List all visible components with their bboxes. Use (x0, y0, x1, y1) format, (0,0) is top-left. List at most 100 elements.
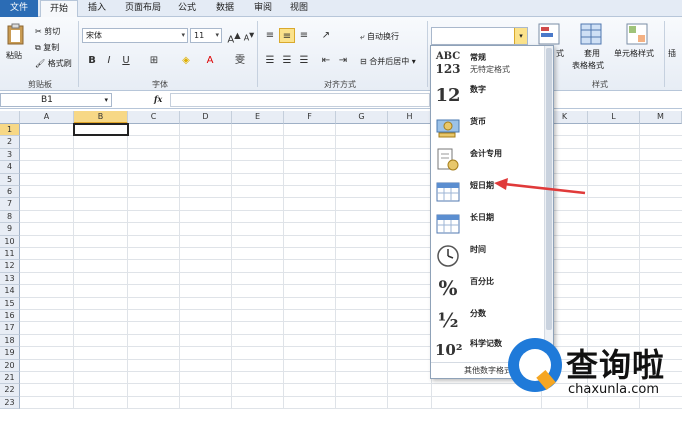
conditional-format-icon[interactable] (538, 23, 560, 45)
border-icon[interactable]: ⊞ (146, 53, 162, 68)
separator (78, 21, 79, 87)
menu-item-label: 会计专用 (470, 149, 502, 158)
row-header[interactable]: 17 (0, 322, 20, 335)
menu-item-accounting[interactable]: 会计专用 (431, 144, 545, 175)
underline-icon[interactable]: U (118, 53, 134, 68)
gridline (20, 160, 682, 162)
clock-icon (437, 245, 459, 267)
active-cell[interactable] (73, 123, 129, 136)
fill-color-icon[interactable]: ◈ (178, 53, 194, 68)
tab-page-layout[interactable]: 页面布局 (118, 0, 168, 17)
menu-item-fraction[interactable]: ½ 分数 (431, 304, 545, 335)
general-format-icon: ABC 123 (435, 51, 461, 76)
paste-button[interactable]: 粘贴 (4, 21, 28, 73)
column-header[interactable]: D (180, 111, 232, 124)
column-header[interactable]: F (284, 111, 336, 124)
gridline (20, 222, 682, 224)
tab-file[interactable]: 文件 (0, 0, 38, 17)
tab-insert[interactable]: 插入 (80, 0, 114, 17)
tab-review[interactable]: 审阅 (246, 0, 280, 17)
row-header[interactable]: 18 (0, 334, 20, 348)
row-header[interactable]: 1 (0, 124, 20, 137)
row-header[interactable]: 9 (0, 223, 20, 236)
format-table-icon[interactable] (580, 23, 602, 45)
tab-view[interactable]: 视图 (282, 0, 316, 17)
menu-item-time[interactable]: 时间 (431, 240, 545, 271)
align-bottom-icon[interactable]: ≡ (296, 28, 312, 43)
font-name-select[interactable]: 宋体 ▾ (82, 28, 188, 43)
copy-button[interactable]: ⧉ 复制 (35, 42, 59, 53)
column-header[interactable]: A (20, 111, 74, 124)
row-header[interactable]: 16 (0, 310, 20, 323)
row-header[interactable]: 22 (0, 384, 20, 397)
column-header[interactable]: L (588, 111, 640, 124)
font-color-icon[interactable]: A (202, 53, 218, 68)
font-group-label: 字体 (152, 80, 168, 89)
row-header[interactable]: 19 (0, 347, 20, 360)
row-header[interactable]: 2 (0, 136, 20, 149)
gridline (20, 271, 682, 273)
menu-item-currency[interactable]: 货币 (431, 112, 545, 143)
merge-center-label: 合并后居中 (369, 57, 410, 66)
number-format-select[interactable]: ▾ (431, 27, 528, 45)
increase-indent-icon[interactable]: ⇥ (335, 53, 351, 68)
column-header[interactable]: E (232, 111, 284, 124)
orientation-icon[interactable]: ↗ (318, 28, 334, 43)
align-center-icon[interactable]: ☰ (279, 53, 295, 68)
row-header[interactable]: 21 (0, 372, 20, 385)
align-top-icon[interactable]: ≡ (262, 28, 278, 43)
format-painter-button[interactable]: 🖌 格式刷 (35, 58, 72, 69)
grow-font-icon[interactable]: A▲ (226, 28, 242, 45)
ribbon-tabs: 文件 开始 插入 页面布局 公式 数据 审阅 视图 (0, 0, 682, 18)
menu-item-general[interactable]: ABC 123 常规 无特定格式 (431, 48, 545, 79)
gridline (20, 333, 682, 335)
name-box[interactable]: B1 ▾ (0, 93, 112, 107)
row-header[interactable]: 4 (0, 161, 20, 174)
column-header[interactable]: C (128, 111, 180, 124)
row-header[interactable]: 15 (0, 297, 20, 310)
phonetic-icon[interactable]: 雯 (232, 53, 248, 68)
row-header[interactable]: 11 (0, 248, 20, 261)
row-header[interactable]: 7 (0, 198, 20, 211)
insert-cells-label[interactable]: 插 (668, 48, 676, 59)
row-header[interactable]: 10 (0, 235, 20, 248)
tab-home[interactable]: 开始 (40, 0, 78, 18)
italic-icon[interactable]: I (101, 53, 117, 68)
row-header[interactable]: 8 (0, 210, 20, 224)
align-middle-icon[interactable]: ≡ (279, 28, 295, 43)
chevron-down-icon[interactable]: ▾ (514, 28, 527, 44)
column-header[interactable]: G (336, 111, 388, 124)
menu-scrollbar[interactable] (544, 46, 553, 378)
row-header[interactable]: 23 (0, 396, 20, 410)
column-header[interactable]: M (640, 111, 682, 124)
row-header[interactable]: 13 (0, 272, 20, 286)
cell-styles-icon[interactable] (626, 23, 648, 45)
cut-button[interactable]: ✂ 剪切 (35, 26, 60, 37)
row-header[interactable]: 12 (0, 260, 20, 273)
tab-formulas[interactable]: 公式 (170, 0, 204, 17)
separator (257, 21, 258, 87)
row-header[interactable]: 3 (0, 148, 20, 162)
column-header[interactable]: H (388, 111, 432, 124)
align-right-icon[interactable]: ☰ (296, 53, 312, 68)
wrap-text-button[interactable]: ⤶ 自动换行 (360, 31, 399, 42)
decrease-indent-icon[interactable]: ⇤ (318, 53, 334, 68)
row-header[interactable]: 6 (0, 186, 20, 199)
shrink-font-icon[interactable]: A▼ (241, 28, 257, 43)
tab-data[interactable]: 数据 (208, 0, 242, 17)
formula-input[interactable] (170, 93, 430, 107)
align-left-icon[interactable]: ☰ (262, 53, 278, 68)
row-header[interactable]: 5 (0, 173, 20, 186)
annotation-arrow-icon (494, 178, 586, 195)
menu-item-long-date[interactable]: 长日期 (431, 208, 545, 239)
fx-icon[interactable]: fx (154, 94, 162, 104)
select-all-corner[interactable] (0, 111, 20, 124)
font-size-select[interactable]: 11 ▾ (190, 28, 222, 43)
row-header[interactable]: 20 (0, 359, 20, 372)
merge-center-button[interactable]: ⊟ 合并后居中 ▾ (360, 56, 416, 67)
menu-item-number[interactable]: 12 数字 (431, 80, 545, 111)
row-header[interactable]: 14 (0, 285, 20, 298)
ribbon: 粘贴 ✂ 剪切 ⧉ 复制 🖌 格式刷 剪贴板 宋体 ▾ 11 ▾ A▲ A▼ B I… (0, 17, 682, 91)
bold-icon[interactable]: B (84, 53, 100, 68)
menu-item-percentage[interactable]: % 百分比 (431, 272, 545, 303)
